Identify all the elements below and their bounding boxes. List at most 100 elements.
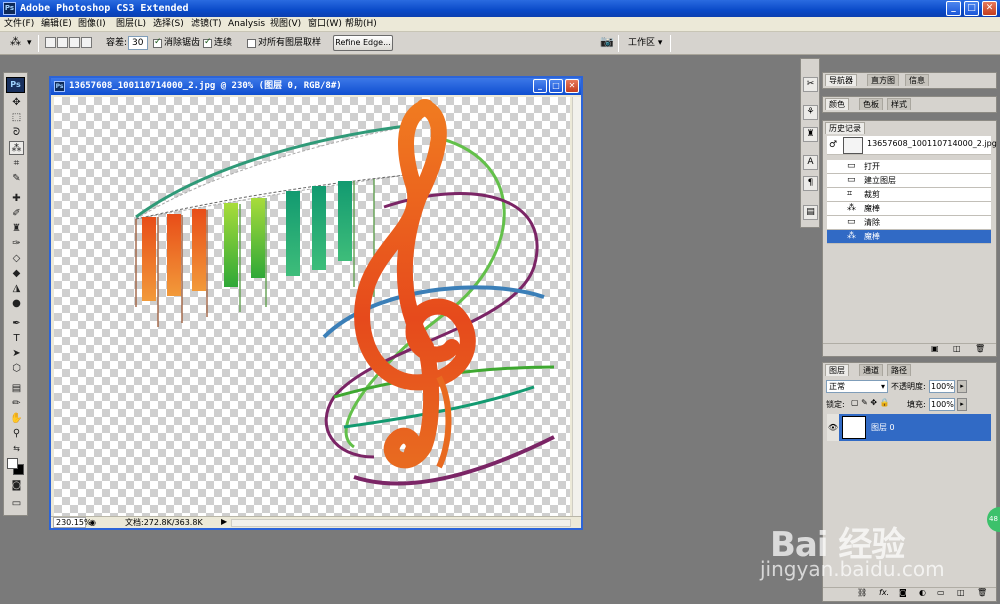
foreground-color-swatch[interactable]: [7, 458, 18, 469]
tab-paths[interactable]: 路径: [887, 364, 911, 376]
paint-bucket-icon[interactable]: ◆: [9, 267, 24, 281]
marquee-tool-icon[interactable]: ⬚: [9, 111, 24, 125]
doc-close-button[interactable]: ✕: [565, 79, 579, 93]
zoom-tool-icon[interactable]: ⚲: [9, 427, 24, 441]
refine-edge-button[interactable]: Refine Edge...: [333, 35, 393, 51]
image-canvas[interactable]: [54, 97, 570, 516]
character-icon[interactable]: A: [803, 155, 818, 170]
menu-select[interactable]: 选择(S): [153, 18, 184, 31]
tab-color[interactable]: 颜色: [825, 98, 849, 110]
antialias-checkbox[interactable]: [153, 37, 162, 48]
document-title-bar[interactable]: Ps 13657608_100110714000_2.jpg @ 230% (图…: [51, 78, 581, 95]
sample-all-layers-checkbox[interactable]: [247, 39, 256, 48]
layer-mask-icon[interactable]: ◙: [899, 588, 907, 597]
menu-image[interactable]: 图像(I): [78, 18, 106, 31]
menu-edit[interactable]: 编辑(E): [41, 18, 72, 31]
zoom-level-field[interactable]: 230.15%: [53, 517, 92, 528]
notes-tool-icon[interactable]: ▤: [9, 382, 24, 396]
hand-tool-icon[interactable]: ✋: [9, 412, 24, 426]
tab-swatches[interactable]: 色板: [859, 98, 883, 110]
minimize-button[interactable]: _: [946, 1, 961, 16]
history-item[interactable]: ▭ 打开: [827, 160, 991, 174]
menu-help[interactable]: 帮助(H): [345, 18, 377, 31]
history-item[interactable]: ⁂ 魔棒: [827, 202, 991, 216]
vertical-scrollbar[interactable]: [572, 97, 581, 516]
move-tool-icon[interactable]: ✥: [9, 96, 24, 110]
trash-icon[interactable]: 🗑: [977, 588, 987, 597]
workspace-menu[interactable]: 工作区 ▾: [628, 37, 662, 50]
screen-mode-icon[interactable]: ▭: [9, 497, 24, 511]
visibility-eye-icon[interactable]: 👁: [827, 414, 839, 441]
blur-tool-icon[interactable]: ◮: [9, 282, 24, 296]
tolerance-input[interactable]: 30: [128, 36, 148, 50]
tab-navigator[interactable]: 导航器: [825, 74, 857, 86]
new-document-from-state-icon[interactable]: ▣: [931, 344, 939, 353]
path-selection-icon[interactable]: ➤: [9, 347, 24, 361]
history-item[interactable]: ▭ 清除: [827, 216, 991, 230]
dodge-tool-icon[interactable]: ●: [9, 297, 24, 311]
lock-icons[interactable]: ▢ ✎ ✥ 🔒: [851, 398, 890, 407]
blend-mode-select[interactable]: 正常 ▾: [826, 380, 888, 393]
healing-brush-icon[interactable]: ✚: [9, 192, 24, 206]
new-snapshot-icon[interactable]: ◫: [953, 344, 961, 353]
contiguous-checkbox[interactable]: [203, 37, 212, 48]
opacity-input[interactable]: 100%: [929, 380, 955, 393]
tab-layers[interactable]: 图层: [825, 364, 849, 376]
menu-analysis[interactable]: Analysis: [228, 18, 265, 31]
status-info-icon[interactable]: ◉: [89, 518, 96, 527]
clone-stamp-icon[interactable]: ♜: [9, 222, 24, 236]
quick-mask-icon[interactable]: ◙: [9, 479, 24, 493]
lasso-tool-icon[interactable]: ᘐ: [9, 126, 24, 140]
opacity-slider-button[interactable]: ▸: [957, 380, 967, 393]
brushes-icon[interactable]: ⚘: [803, 105, 818, 120]
eyedropper-tool-icon[interactable]: ✏: [9, 397, 24, 411]
fill-input[interactable]: 100%: [929, 398, 955, 411]
menu-filter[interactable]: 滤镜(T): [191, 18, 222, 31]
history-item[interactable]: ▭ 建立图层: [827, 174, 991, 188]
status-arrow-icon[interactable]: ▶: [221, 517, 227, 526]
tools-icon[interactable]: ✂: [803, 77, 818, 92]
slice-tool-icon[interactable]: ✎: [9, 172, 24, 186]
fill-slider-button[interactable]: ▸: [957, 398, 967, 411]
history-item[interactable]: ⌗ 裁剪: [827, 188, 991, 202]
menu-file[interactable]: 文件(F): [4, 18, 34, 31]
layer-row-selected[interactable]: 👁 图层 0: [827, 414, 991, 441]
magic-wand-icon[interactable]: ⁂: [10, 35, 21, 48]
maximize-button[interactable]: □: [964, 1, 979, 16]
tab-history[interactable]: 历史记录: [825, 122, 865, 134]
menu-view[interactable]: 视图(V): [270, 18, 301, 31]
doc-minimize-button[interactable]: _: [533, 79, 547, 93]
new-group-icon[interactable]: ▭: [937, 588, 945, 597]
camera-icon[interactable]: 📷: [600, 35, 614, 48]
tool-preset-dropdown-icon[interactable]: ▾: [27, 37, 32, 50]
intersect-selection-icon[interactable]: [81, 37, 92, 48]
eraser-tool-icon[interactable]: ◇: [9, 252, 24, 266]
layer-comps-icon[interactable]: ▤: [803, 205, 818, 220]
close-button[interactable]: ✕: [982, 1, 997, 16]
tab-histogram[interactable]: 直方图: [867, 74, 899, 86]
crop-tool-icon[interactable]: ⌗: [9, 157, 24, 171]
tab-info[interactable]: 信息: [905, 74, 929, 86]
pen-tool-icon[interactable]: ✒: [9, 317, 24, 331]
shape-tool-icon[interactable]: ⬡: [9, 362, 24, 376]
adjustment-layer-icon[interactable]: ◐: [919, 588, 926, 597]
magic-wand-tool-icon[interactable]: ⁂: [9, 141, 24, 155]
add-to-selection-icon[interactable]: [57, 37, 68, 48]
history-snapshot-row[interactable]: ♂ 13657608_100110714000_2.jpg: [827, 136, 997, 155]
history-brush-icon[interactable]: ✑: [9, 237, 24, 251]
horizontal-scrollbar[interactable]: [231, 519, 571, 527]
document-size-info[interactable]: 文档:272.8K/363.8K: [125, 517, 203, 528]
new-layer-icon[interactable]: ◫: [957, 588, 965, 597]
paragraph-icon[interactable]: ¶: [803, 176, 818, 191]
subtract-selection-icon[interactable]: [69, 37, 80, 48]
menu-layer[interactable]: 图层(L): [116, 18, 146, 31]
swap-colors-icon[interactable]: ⇆: [9, 442, 24, 456]
link-layers-icon[interactable]: ⛓: [857, 588, 867, 597]
new-selection-icon[interactable]: [45, 37, 56, 48]
trash-icon[interactable]: 🗑: [975, 344, 985, 353]
brush-tool-icon[interactable]: ✐: [9, 207, 24, 221]
tab-channels[interactable]: 通道: [859, 364, 883, 376]
fx-icon[interactable]: fx.: [879, 588, 889, 597]
history-item-selected[interactable]: ⁂ 魔棒: [827, 230, 991, 244]
tab-styles[interactable]: 样式: [887, 98, 911, 110]
